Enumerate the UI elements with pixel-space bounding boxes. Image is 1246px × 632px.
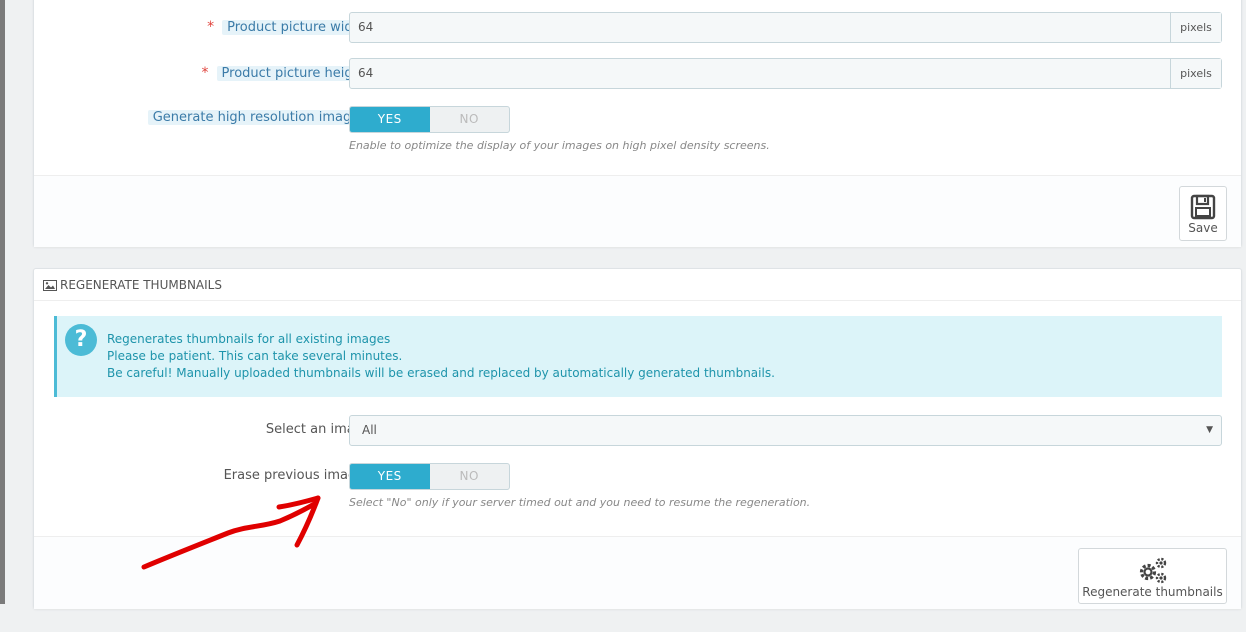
alert-line: Be careful! Manually uploaded thumbnails… [107,366,775,380]
erase-switch[interactable]: YES NO [349,463,510,490]
height-unit: pixels [1170,59,1221,88]
save-label: Save [1188,221,1218,235]
info-alert: ? Regenerates thumbnails for all existin… [54,316,1222,397]
left-rail [0,0,5,604]
width-label-wrap: * Product picture width [207,16,371,39]
hires-yes-option[interactable]: YES [350,107,430,132]
width-unit: pixels [1170,13,1221,42]
hires-label: Generate high resolution images [147,110,371,125]
width-value[interactable]: 64 [350,13,1170,42]
height-input[interactable]: 64 pixels [349,58,1222,89]
erase-no-option[interactable]: NO [430,464,510,489]
regenerate-panel: REGENERATE THUMBNAILS ? Regenerates thum… [33,268,1242,609]
panel-heading: REGENERATE THUMBNAILS [34,269,1241,301]
image-icon [43,271,57,303]
height-value[interactable]: 64 [350,59,1170,88]
alert-text: Regenerates thumbnails for all existing … [107,331,775,382]
regenerate-thumbnails-button[interactable]: Regenerate thumbnails [1078,548,1227,604]
floppy-disk-icon [1190,194,1216,220]
gears-icon [1139,557,1166,584]
hires-switch[interactable]: YES NO [349,106,510,133]
question-icon: ? [65,324,97,356]
panel-title: REGENERATE THUMBNAILS [60,278,222,292]
erase-help: Select "No" only if your server timed ou… [349,496,811,509]
required-asterisk: * [201,65,209,81]
alert-line: Regenerates thumbnails for all existing … [107,332,391,346]
required-asterisk: * [207,19,215,35]
hires-label-wrap: Generate high resolution images [147,107,371,129]
save-button[interactable]: Save [1179,186,1227,241]
width-input[interactable]: 64 pixels [349,12,1222,43]
erase-yes-option[interactable]: YES [350,464,430,489]
hires-no-option[interactable]: NO [430,107,510,132]
alert-line: Please be patient. This can take several… [107,349,403,363]
image-settings-panel: * Product picture width 64 pixels * Produc… [33,0,1242,247]
caret-down-icon: ▼ [1206,425,1213,435]
panel-footer: Save [34,175,1241,247]
height-label: Product picture height [216,66,371,81]
height-label-wrap: * Product picture height [202,62,371,85]
image-type-select[interactable]: All ▼ [349,415,1222,446]
hires-help: Enable to optimize the display of your i… [349,139,770,152]
regenerate-label: Regenerate thumbnails [1082,585,1223,599]
panel-footer: Regenerate thumbnails [34,536,1241,609]
select-value: All [362,423,377,437]
